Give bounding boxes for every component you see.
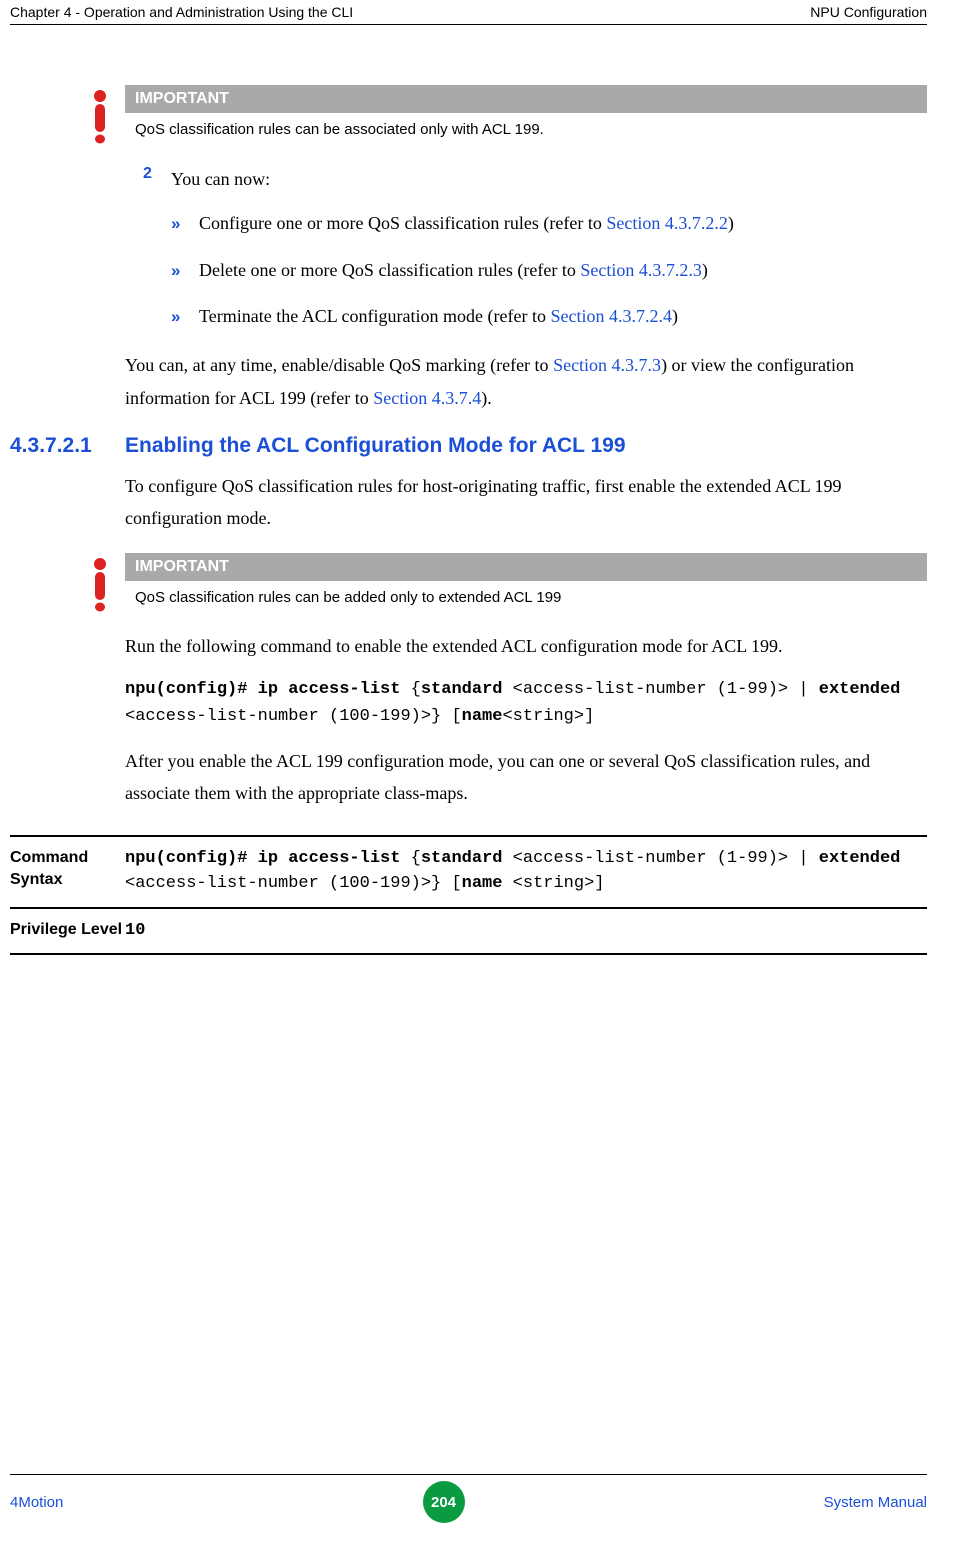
bullet-text: Configure one or more QoS classification… — [199, 209, 734, 238]
section-title: Enabling the ACL Configuration Mode for … — [125, 434, 626, 458]
important-body: QoS classification rules can be added on… — [125, 581, 927, 618]
table-row: Command Syntax npu(config)# ip access-li… — [10, 835, 927, 906]
step-text: You can now: — [171, 165, 270, 194]
arrow-icon: » — [171, 214, 199, 234]
bullet-item: » Terminate the ACL configuration mode (… — [171, 302, 927, 331]
header-left: Chapter 4 - Operation and Administration… — [10, 4, 353, 20]
footer-left: 4Motion — [10, 1494, 63, 1511]
section-link[interactable]: Section 4.3.7.2.3 — [580, 260, 702, 280]
section-link[interactable]: Section 4.3.7.2.4 — [550, 306, 672, 326]
command-table: Command Syntax npu(config)# ip access-li… — [10, 835, 927, 955]
section-link[interactable]: Section 4.3.7.4 — [373, 388, 481, 408]
page-header: Chapter 4 - Operation and Administration… — [10, 0, 927, 25]
important-callout: IMPORTANT QoS classification rules can b… — [90, 553, 927, 618]
row-label: Command Syntax — [10, 847, 125, 896]
step-number: 2 — [143, 165, 171, 194]
bullet-item: » Delete one or more QoS classification … — [171, 256, 927, 285]
section-link[interactable]: Section 4.3.7.2.2 — [606, 213, 728, 233]
header-right: NPU Configuration — [810, 4, 927, 20]
section-link[interactable]: Section 4.3.7.3 — [553, 355, 661, 375]
arrow-icon: » — [171, 307, 199, 327]
important-title: IMPORTANT — [125, 553, 927, 581]
row-label: Privilege Level — [10, 919, 125, 944]
important-body: QoS classification rules can be associat… — [125, 113, 927, 150]
page-number-badge: 204 — [423, 1481, 465, 1523]
page-footer: 4Motion 204 System Manual — [10, 1474, 927, 1523]
row-value: npu(config)# ip access-list {standard <a… — [125, 847, 927, 896]
important-icon — [90, 555, 110, 615]
important-callout: IMPORTANT QoS classification rules can b… — [90, 85, 927, 150]
section-heading: 4.3.7.2.1 Enabling the ACL Configuration… — [10, 434, 927, 458]
paragraph: You can, at any time, enable/disable QoS… — [125, 349, 927, 414]
footer-right: System Manual — [824, 1494, 927, 1511]
bullet-item: » Configure one or more QoS classificati… — [171, 209, 927, 238]
paragraph: To configure QoS classification rules fo… — [125, 470, 927, 535]
bullet-text: Terminate the ACL configuration mode (re… — [199, 302, 678, 331]
numbered-step: 2 You can now: — [143, 165, 927, 194]
arrow-icon: » — [171, 261, 199, 281]
paragraph: Run the following command to enable the … — [125, 630, 927, 662]
important-icon — [90, 87, 110, 147]
table-row: Privilege Level 10 — [10, 907, 927, 956]
row-value: 10 — [125, 919, 145, 944]
content-area: IMPORTANT QoS classification rules can b… — [125, 85, 927, 955]
important-title: IMPORTANT — [125, 85, 927, 113]
paragraph: After you enable the ACL 199 configurati… — [125, 745, 927, 810]
command-inline: npu(config)# ip access-list {standard <a… — [125, 676, 927, 730]
bullet-text: Delete one or more QoS classification ru… — [199, 256, 708, 285]
section-number: 4.3.7.2.1 — [10, 434, 125, 458]
